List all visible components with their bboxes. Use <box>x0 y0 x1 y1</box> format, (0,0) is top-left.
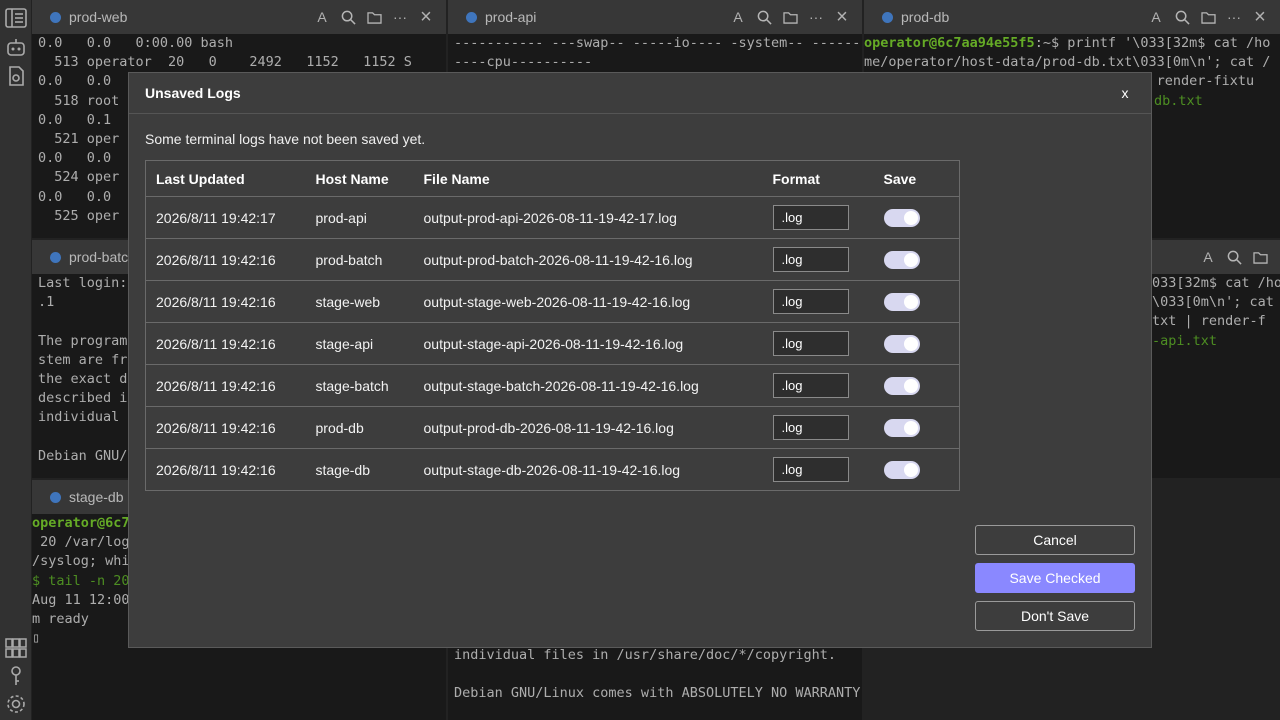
table-row: 2026/8/11 19:42:16 stage-batch output-stag… <box>145 364 960 407</box>
cell-host-name: stage-db <box>315 461 370 478</box>
column-header-last-updated: Last Updated <box>145 160 306 197</box>
unsaved-logs-table: Last Updated Host Name File Name Format … <box>145 160 960 491</box>
cell-file-name: output-stage-api-2026-08-11-19-42-16.log <box>413 322 763 365</box>
format-input[interactable] <box>772 289 849 314</box>
table-header-row: Last Updated Host Name File Name Format … <box>145 160 960 197</box>
dont-save-button[interactable]: Don't Save <box>975 601 1135 631</box>
app-window: prod-web A ··· × 0.0 0.0 0:00.00 bash 51… <box>0 0 1280 720</box>
cell-save <box>873 364 960 407</box>
table-row: 2026/8/11 19:42:16 stage-web output-stage-… <box>145 280 960 323</box>
format-input[interactable] <box>772 457 849 482</box>
save-toggle[interactable] <box>883 460 920 479</box>
cell-format <box>762 322 874 365</box>
save-toggle[interactable] <box>883 250 920 269</box>
save-toggle[interactable] <box>883 208 920 227</box>
format-input[interactable] <box>772 205 849 230</box>
cell-save <box>873 322 960 365</box>
cell-save <box>873 280 960 323</box>
cell-format <box>762 406 874 449</box>
table-row: 2026/8/11 19:42:16 stage-api output-stage-… <box>145 322 960 365</box>
save-toggle[interactable] <box>883 292 920 311</box>
cell-last-updated: 2026/8/11 19:42:16 <box>156 461 276 478</box>
cell-save <box>874 449 960 491</box>
cell-file-name: output-stage-db-2026-08-11-19-42-16.log <box>423 461 681 478</box>
save-checked-button[interactable]: Save Checked <box>975 563 1135 593</box>
unsaved-logs-dialog: Unsaved Logs x Some terminal logs have n… <box>128 72 1152 648</box>
column-header-host-name: Host Name <box>305 160 414 197</box>
table-row: 2026/8/11 19:42:17 prod-api output-prod-ap… <box>145 196 960 239</box>
cell-format <box>762 196 874 239</box>
cell-file-name: output-prod-db-2026-08-11-19-42-16.log <box>413 406 763 449</box>
cell-format <box>762 364 874 407</box>
save-toggle[interactable] <box>883 418 920 437</box>
dialog-title: Unsaved Logs <box>145 85 241 101</box>
dialog-close-button[interactable]: x <box>1115 85 1135 101</box>
cell-file-name: output-prod-batch-2026-08-11-19-42-16.lo… <box>413 238 763 281</box>
format-input[interactable] <box>772 373 849 398</box>
column-header-save: Save <box>873 160 960 197</box>
cell-format <box>763 449 874 491</box>
cell-last-updated: 2026/8/11 19:42:16 <box>145 322 306 365</box>
dialog-header: Unsaved Logs x <box>129 73 1151 114</box>
format-input[interactable] <box>772 247 849 272</box>
cell-last-updated: 2026/8/11 19:42:16 <box>145 238 306 281</box>
cell-last-updated: 2026/8/11 19:42:16 <box>145 280 306 323</box>
cell-host-name: prod-batch <box>305 238 414 281</box>
cell-format <box>762 280 874 323</box>
cell-host-name: stage-batch <box>305 364 414 407</box>
cell-file-name: output-prod-api-2026-08-11-19-42-17.log <box>413 196 763 239</box>
cell-save <box>873 406 960 449</box>
cell-save <box>873 238 960 281</box>
cell-last-updated: 2026/8/11 19:42:16 <box>145 364 306 407</box>
table-row: 2026/8/11 19:42:16 prod-db output-prod-db-… <box>145 406 960 449</box>
cancel-button[interactable]: Cancel <box>975 525 1135 555</box>
format-input[interactable] <box>772 415 849 440</box>
cell-save <box>873 196 960 239</box>
column-header-file-name: File Name <box>413 160 763 197</box>
cell-host-name: prod-api <box>305 196 414 239</box>
save-toggle[interactable] <box>883 376 920 395</box>
cell-file-name: output-stage-web-2026-08-11-19-42-16.log <box>413 280 763 323</box>
dialog-message: Some terminal logs have not been saved y… <box>145 131 426 147</box>
cell-last-updated: 2026/8/11 19:42:16 <box>145 406 306 449</box>
cell-format <box>762 238 874 281</box>
cell-host-name: stage-web <box>305 280 414 323</box>
format-input[interactable] <box>772 331 849 356</box>
save-toggle[interactable] <box>883 334 920 353</box>
table-row: 2026/8/11 19:42:16 stage-db output-stage-d… <box>146 449 960 491</box>
cell-host-name: prod-db <box>305 406 414 449</box>
table-row: 2026/8/11 19:42:16 prod-batch output-prod-… <box>145 238 960 281</box>
column-header-format: Format <box>762 160 874 197</box>
cell-file-name: output-stage-batch-2026-08-11-19-42-16.l… <box>413 364 763 407</box>
cell-host-name: stage-api <box>305 322 414 365</box>
cell-last-updated: 2026/8/11 19:42:17 <box>145 196 306 239</box>
